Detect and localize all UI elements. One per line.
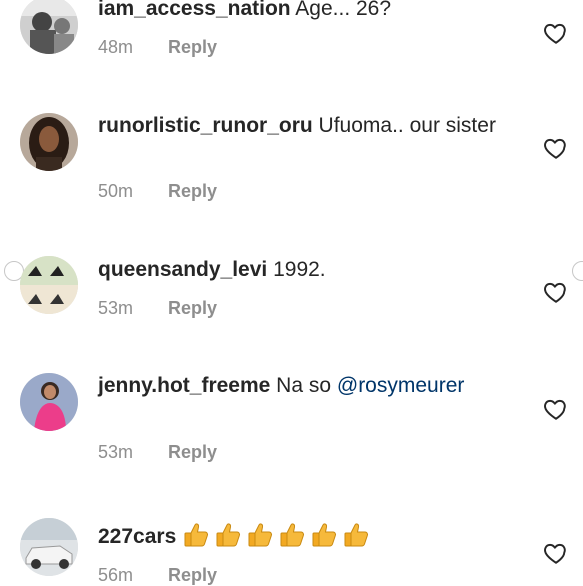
comment-text: 1992. bbox=[273, 258, 326, 281]
grayscale-photo-avatar-icon bbox=[20, 0, 78, 54]
comment-username[interactable]: iam_access_nation bbox=[98, 0, 291, 20]
comment-time: 53m bbox=[98, 298, 134, 318]
like-button[interactable] bbox=[543, 135, 569, 161]
comment-emoji-row bbox=[182, 523, 374, 548]
like-button[interactable] bbox=[543, 540, 569, 566]
avatar[interactable] bbox=[20, 256, 78, 314]
reply-button[interactable]: Reply bbox=[168, 565, 217, 585]
reply-button[interactable]: Reply bbox=[168, 298, 217, 318]
comment-username[interactable]: jenny.hot_freeme bbox=[98, 374, 270, 397]
like-button[interactable] bbox=[543, 279, 569, 305]
avatar[interactable] bbox=[20, 373, 78, 431]
comment-username[interactable]: 227cars bbox=[98, 525, 176, 548]
portrait-woman-avatar-icon bbox=[20, 113, 78, 171]
heart-icon bbox=[544, 282, 566, 303]
comment-text: Na so bbox=[276, 374, 332, 397]
comment-text: Age... 26? bbox=[295, 0, 392, 20]
like-button[interactable] bbox=[543, 396, 569, 422]
collage-avatar-icon bbox=[20, 256, 78, 314]
comment-mention-link[interactable]: @rosymeurer bbox=[337, 374, 465, 397]
avatar[interactable] bbox=[20, 0, 78, 54]
heart-icon bbox=[544, 23, 566, 44]
heart-icon bbox=[544, 543, 566, 564]
comment-username[interactable]: queensandy_levi bbox=[98, 258, 267, 281]
comment-username[interactable]: runorlistic_runor_oru bbox=[98, 114, 313, 137]
avatar[interactable] bbox=[20, 113, 78, 171]
pink-outfit-avatar-icon bbox=[20, 373, 78, 431]
reply-button[interactable]: Reply bbox=[168, 37, 217, 57]
car-avatar-icon bbox=[20, 518, 78, 576]
comment-time: 50m bbox=[98, 181, 134, 201]
reply-button[interactable]: Reply bbox=[168, 181, 217, 201]
comment-time: 48m bbox=[98, 37, 134, 57]
thumbs-up-emoji-icon bbox=[248, 523, 273, 547]
thumbs-up-emoji-icon bbox=[344, 523, 369, 547]
reply-button[interactable]: Reply bbox=[168, 442, 217, 462]
comment-text: Ufuoma.. our sister bbox=[318, 114, 496, 137]
thumbs-up-emoji-icon bbox=[216, 523, 241, 547]
heart-icon bbox=[544, 138, 566, 159]
comment-time: 56m bbox=[98, 565, 134, 585]
thumbs-up-emoji-icon bbox=[312, 523, 337, 547]
right-edge-arrow-icon bbox=[572, 261, 583, 281]
like-button[interactable] bbox=[543, 20, 569, 46]
thumbs-up-emoji-icon bbox=[184, 523, 209, 547]
thumbs-up-emoji-icon bbox=[280, 523, 305, 547]
avatar[interactable] bbox=[20, 518, 78, 576]
heart-icon bbox=[544, 399, 566, 420]
comment-time: 53m bbox=[98, 442, 134, 462]
